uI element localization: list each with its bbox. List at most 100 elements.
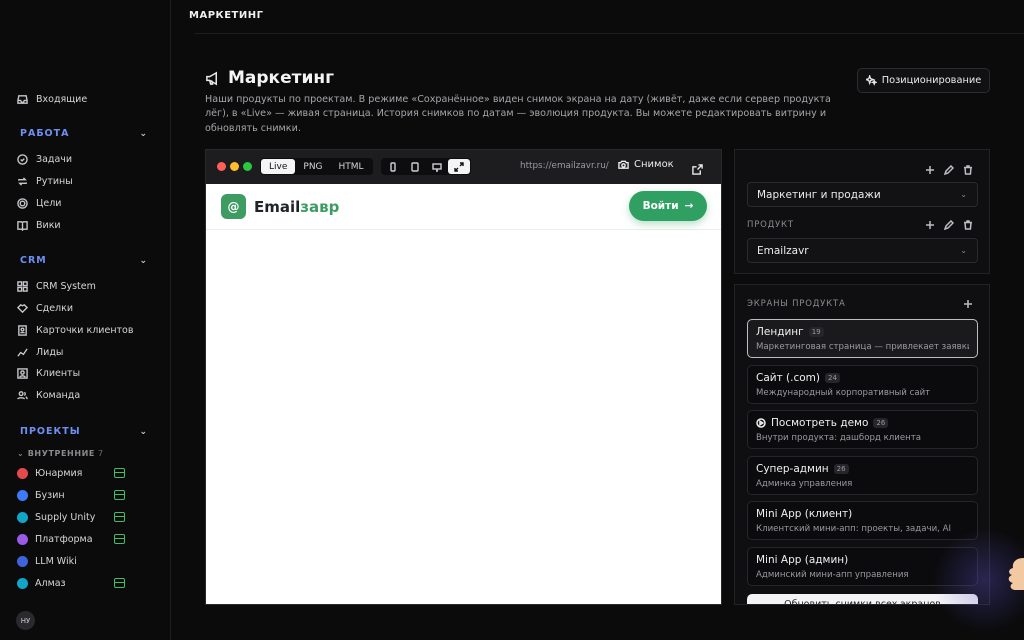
hand-icon — [1008, 558, 1024, 590]
check-circle-icon — [17, 153, 28, 165]
sidebar-item-clients[interactable]: Клиенты — [17, 363, 80, 383]
screen-card[interactable]: Посмотреть демо 26 Внутри продукта: дашбор… — [747, 410, 978, 449]
sidebar-item-label: Цели — [36, 197, 62, 209]
sidebar-item-label: Лиды — [36, 346, 64, 358]
screen-card-title: Лендинг 19 — [756, 326, 969, 338]
sparkles-icon — [865, 75, 877, 86]
screen-card-title: Супер-админ 26 — [756, 463, 969, 475]
preview-url[interactable]: https://emailzavr.ru/ — [520, 161, 609, 171]
chevron-down-icon: ⌄ — [17, 449, 25, 458]
plus-icon[interactable] — [925, 165, 935, 175]
direction-select[interactable]: Маркетинг и продажи ⌄ — [747, 182, 978, 207]
play-circle-icon — [756, 418, 766, 428]
group-internal-label: ВНУТРЕННИЕ — [27, 449, 95, 458]
sidebar-item-routines[interactable]: Рутины — [17, 171, 73, 191]
sidebar-item-client-cards[interactable]: Карточки клиентов — [17, 320, 133, 340]
device-tablet-button[interactable] — [404, 159, 426, 174]
project-item[interactable]: LLM Wiki — [17, 552, 125, 570]
screen-card-title: Посмотреть демо 26 — [756, 417, 969, 429]
project-label: Алмаз — [35, 577, 66, 589]
project-color-dot — [17, 577, 28, 589]
section-projects[interactable]: ПРОЕКТЫ ⌄ — [20, 426, 148, 437]
project-color-dot — [17, 467, 28, 479]
repeat-icon — [18, 176, 27, 186]
product-select[interactable]: Emailzavr ⌄ — [747, 238, 978, 263]
snapshot-button[interactable]: Снимок — [618, 159, 674, 170]
avatar[interactable]: НУ — [16, 611, 35, 630]
screen-title: Mini App (админ) — [756, 553, 849, 566]
window-zoom-dot — [243, 162, 252, 171]
sidebar-item-goals[interactable]: Цели — [17, 193, 61, 213]
project-item[interactable]: Юнармия — [17, 464, 125, 482]
arrow-right-icon: → — [684, 200, 694, 212]
chevron-down-icon: ⌄ — [139, 128, 148, 139]
project-label: Юнармия — [35, 467, 83, 479]
screen-subtitle: Маркетинговая страница — привлекает заяв… — [756, 342, 969, 352]
product-label: ПРОДУКТ — [747, 220, 794, 230]
mode-html[interactable]: HTML — [331, 159, 372, 174]
grid-icon — [17, 280, 28, 292]
inbox-icon — [17, 94, 28, 104]
direction-actions — [925, 165, 973, 175]
trash-icon[interactable] — [963, 220, 973, 230]
sidebar-item-crm-system[interactable]: CRM System — [17, 276, 96, 296]
server-icon — [114, 578, 125, 588]
project-item[interactable]: Платформа — [17, 530, 125, 548]
trash-icon[interactable] — [963, 165, 973, 175]
sidebar-item-inbox[interactable]: Входящие — [17, 89, 87, 109]
sidebar-item-tasks[interactable]: Задачи — [17, 149, 72, 169]
sidebar: Входящие РАБОТА ⌄ Задачи Рутины Цели Вик… — [0, 0, 171, 640]
snapshot-button-label: Снимок — [634, 159, 674, 170]
sidebar-item-deals[interactable]: Сделки — [17, 298, 73, 318]
plus-icon[interactable] — [925, 220, 935, 230]
screen-card[interactable]: Супер-админ 26 Админка управления — [747, 455, 978, 495]
project-color-dot — [17, 533, 28, 545]
site-logo[interactable]: @ Emailзавр — [221, 194, 339, 219]
sidebar-item-leads[interactable]: Лиды — [17, 342, 63, 362]
mode-png[interactable]: PNG — [295, 159, 330, 174]
section-work[interactable]: РАБОТА ⌄ — [20, 128, 148, 139]
server-icon — [114, 534, 125, 544]
mode-live[interactable]: Live — [261, 159, 296, 174]
project-item[interactable]: Бузин — [17, 486, 125, 504]
product-selector-panel: Маркетинг и продажи ⌄ ПРОДУКТ Emailzavr … — [734, 149, 990, 274]
screen-title: Сайт (.com) — [756, 371, 820, 384]
plus-icon[interactable] — [963, 299, 973, 309]
camera-icon — [618, 160, 629, 169]
chevron-down-icon: ⌄ — [960, 190, 967, 199]
logo-text: Emailзавр — [254, 198, 339, 216]
sidebar-item-label: Команда — [36, 389, 81, 401]
sidebar-item-team[interactable]: Команда — [17, 385, 80, 405]
device-desktop-button[interactable] — [426, 159, 448, 174]
site-login-button[interactable]: Войти → — [629, 191, 707, 221]
page-description: Наши продукты по проектам. В режиме «Сох… — [205, 94, 831, 134]
server-icon — [114, 468, 125, 478]
screen-card[interactable]: Лендинг 19 Маркетинговая страница — привле… — [747, 319, 978, 358]
snapshot-count-badge: 26 — [873, 418, 889, 428]
screen-card[interactable]: Mini App (клиент) Клиентский мини-апп: пр… — [747, 501, 978, 540]
sidebar-item-wiki[interactable]: Вики — [17, 215, 61, 235]
page-title: Маркетинг — [205, 68, 334, 88]
pencil-icon[interactable] — [944, 165, 954, 175]
project-color-dot — [17, 555, 28, 567]
contact-card-icon — [18, 324, 27, 336]
section-crm-label: CRM — [20, 255, 47, 266]
megaphone-icon — [206, 71, 217, 85]
pencil-icon[interactable] — [944, 220, 954, 230]
sidebar-item-label: Сделки — [36, 302, 74, 314]
project-item[interactable]: Алмаз — [17, 574, 125, 592]
topbar: МАРКЕТИНГ — [189, 0, 1024, 34]
group-internal[interactable]: ⌄ ВНУТРЕННИЕ 7 — [17, 449, 104, 458]
open-external-button[interactable] — [692, 160, 703, 179]
section-crm[interactable]: CRM ⌄ — [20, 255, 148, 266]
device-mobile-button[interactable] — [382, 159, 404, 174]
positioning-button[interactable]: Позиционирование — [857, 68, 990, 93]
screen-title: Посмотреть демо — [771, 417, 869, 429]
project-item[interactable]: Supply Unity — [17, 508, 125, 526]
product-actions — [925, 220, 973, 230]
screen-card[interactable]: Сайт (.com) 24 Международный корпоративный… — [747, 364, 978, 404]
group-internal-count: 7 — [98, 449, 104, 458]
screen-card-title: Сайт (.com) 24 — [756, 372, 969, 384]
fullscreen-button[interactable] — [448, 159, 470, 174]
monitor-icon — [432, 162, 442, 172]
